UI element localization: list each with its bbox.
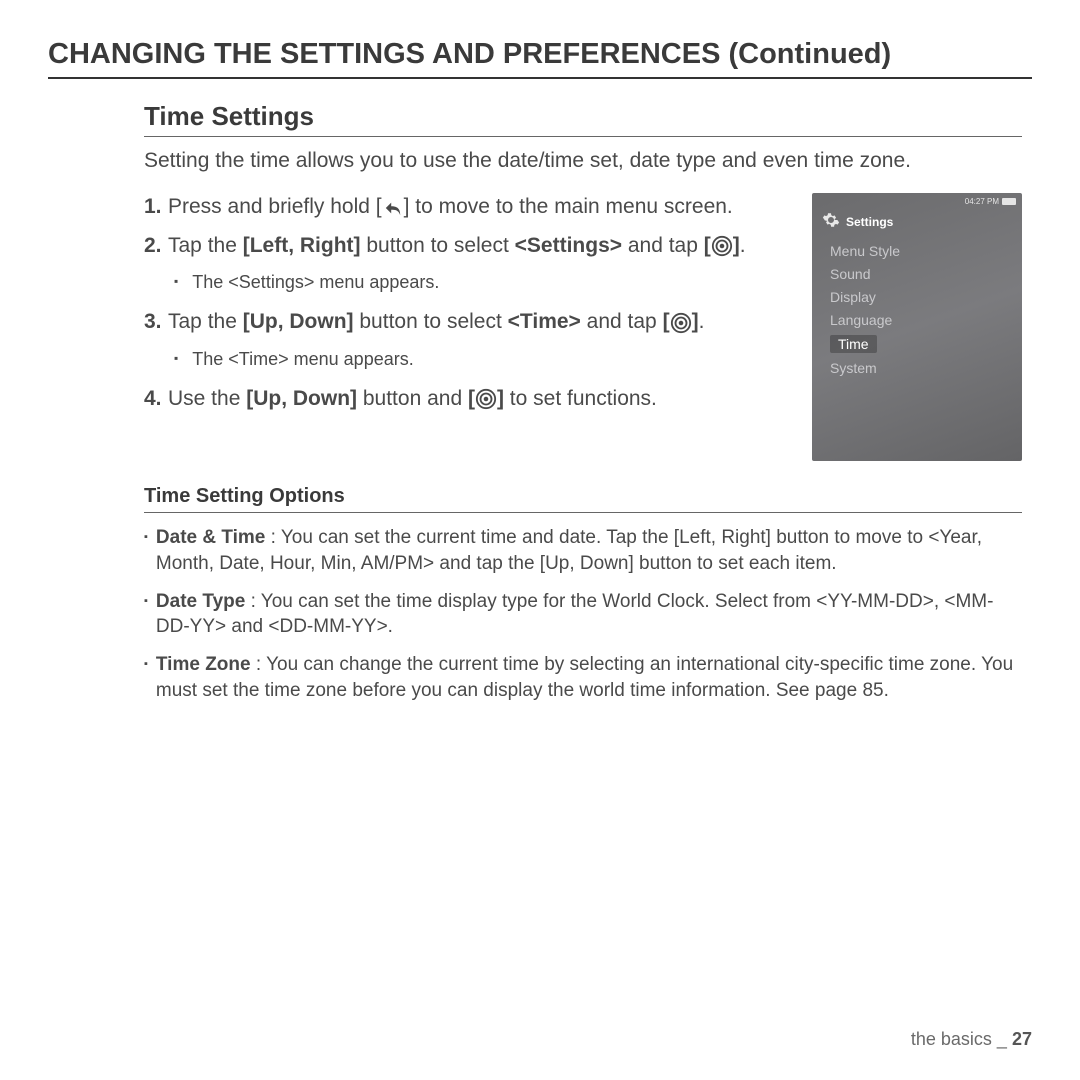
device-header: Settings [822, 211, 893, 232]
step-text: Tap the [168, 310, 243, 333]
step-text: button to select [354, 310, 508, 333]
step-text: Use the [168, 387, 246, 410]
device-menu-item: Time [830, 335, 877, 353]
select-icon [670, 312, 692, 334]
device-title: Settings [846, 215, 893, 229]
steps-list: 1. Press and briefly hold [ ] to move to … [144, 193, 794, 423]
device-screenshot: 04:27 PM Settings Menu Style Sound Display… [812, 193, 1022, 461]
step-text: Tap the [168, 234, 243, 257]
step-sub: The <Time> menu appears. [174, 347, 794, 371]
step-bold: <Time> [508, 310, 581, 333]
option-item: Date & Time : You can set the current ti… [144, 525, 1022, 576]
sub-heading: Time Setting Options [144, 485, 1022, 513]
select-icon [711, 235, 733, 257]
step-4: 4. Use the [Up, Down] button and [] to s… [144, 385, 794, 413]
page-number: 27 [1012, 1029, 1032, 1049]
option-label: Date Type [156, 591, 245, 612]
step-text: and tap [581, 310, 663, 333]
footer-section: the basics _ [911, 1029, 1007, 1049]
step-bold: [Left, Right] [243, 234, 361, 257]
option-item: Date Type : You can set the time display… [144, 589, 1022, 640]
step-3: 3. Tap the [Up, Down] button to select <… [144, 308, 794, 336]
step-text: button and [357, 387, 468, 410]
step-text: . [699, 310, 705, 333]
step-bold: ] [733, 234, 740, 257]
step-bold: [ [663, 310, 670, 333]
step-bold: <Settings> [515, 234, 622, 257]
step-text: button to select [361, 234, 515, 257]
step-sub: The <Settings> menu appears. [174, 270, 794, 294]
step-number: 1. [144, 193, 168, 221]
step-text: to set functions. [504, 387, 657, 410]
step-text: . [740, 234, 746, 257]
option-item: Time Zone : You can change the current t… [144, 652, 1022, 703]
device-time: 04:27 PM [965, 197, 999, 206]
step-bold: ] [497, 387, 504, 410]
page-title: CHANGING THE SETTINGS AND PREFERENCES (C… [48, 38, 1032, 79]
device-menu: Menu Style Sound Display Language Time System [830, 243, 900, 376]
step-2: 2. Tap the [Left, Right] button to selec… [144, 232, 794, 260]
step-bold: ] [692, 310, 699, 333]
battery-icon [1002, 198, 1016, 205]
step-text: ] to move to the main menu screen. [404, 195, 733, 218]
gear-icon [822, 211, 840, 232]
section-heading: Time Settings [144, 101, 1022, 137]
device-menu-item: Display [830, 289, 900, 305]
device-menu-item: Menu Style [830, 243, 900, 259]
step-text: and tap [622, 234, 704, 257]
option-text: : You can set the time display type for … [156, 591, 994, 638]
step-bold: [Up, Down] [243, 310, 354, 333]
step-bold: [Up, Down] [246, 387, 357, 410]
step-number: 3. [144, 308, 168, 336]
options-list: Date & Time : You can set the current ti… [144, 525, 1022, 703]
option-text: : You can change the current time by sel… [156, 654, 1013, 701]
option-label: Time Zone [156, 654, 251, 675]
step-1: 1. Press and briefly hold [ ] to move to … [144, 193, 794, 221]
step-number: 4. [144, 385, 168, 413]
step-sub-text: The <Time> menu appears. [192, 347, 413, 371]
back-icon [382, 199, 404, 217]
select-icon [475, 388, 497, 410]
page-footer: the basics _ 27 [911, 1029, 1032, 1050]
device-menu-item: Sound [830, 266, 900, 282]
step-sub-text: The <Settings> menu appears. [192, 270, 439, 294]
device-menu-item: Language [830, 312, 900, 328]
step-bold: [ [704, 234, 711, 257]
option-text: : You can set the current time and date.… [156, 527, 982, 574]
device-menu-item: System [830, 360, 900, 376]
step-text: Press and briefly hold [ [168, 195, 382, 218]
device-status-bar: 04:27 PM [965, 197, 1016, 206]
intro-text: Setting the time allows you to use the d… [144, 147, 1022, 175]
option-label: Date & Time [156, 527, 265, 548]
step-bold: [ [468, 387, 475, 410]
step-number: 2. [144, 232, 168, 260]
